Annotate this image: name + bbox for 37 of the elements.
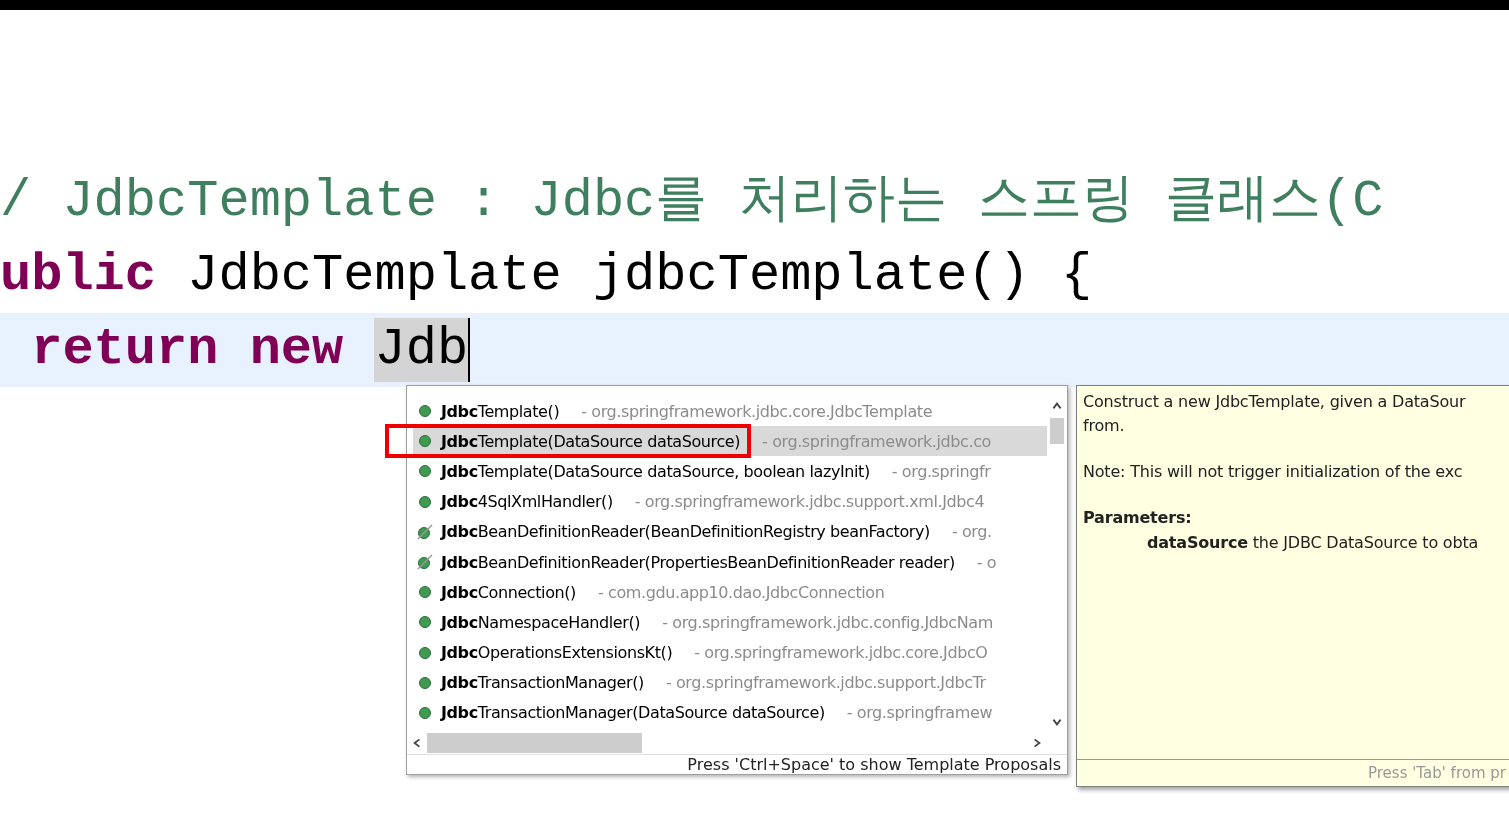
- text-cursor: [468, 318, 471, 382]
- proposal-item[interactable]: JdbcOperationsExtensionsKt() - org.springframework.jdbc.core.JdbcO: [413, 637, 1047, 668]
- doc-text: Construct a new JdbcTemplate, given a DataSour: [1083, 391, 1467, 413]
- code-text: return new: [30, 319, 345, 381]
- scrollbar-thumb[interactable]: [427, 733, 642, 754]
- code-text: JdbcTemplate jdbcTemplate() {: [186, 245, 1093, 307]
- code-text: ublic: [0, 245, 157, 307]
- method-icon: [417, 463, 433, 480]
- status-hint: Press 'Ctrl+Space' to show Template Proposals: [687, 755, 1061, 774]
- proposal-item[interactable]: JdbcTemplate(DataSource dataSource, boolean lazyInit) - org.springfr: [413, 456, 1047, 487]
- scrollbar-thumb[interactable]: [1050, 418, 1064, 444]
- method-icon: [417, 433, 433, 450]
- proposal-item[interactable]: JdbcTransactionManager(DataSource dataSource) - org.springframew: [413, 697, 1047, 729]
- proposal-item[interactable]: JdbcNamespaceHandler() - org.springframework.jdbc.config.JdbcNam: [413, 607, 1047, 638]
- method-icon: [417, 493, 433, 510]
- doc-text: Note: This will not trigger initialization of the exc: [1083, 461, 1464, 483]
- method-icon: [417, 614, 433, 631]
- status-hint: Press 'Tab' from pr: [1367, 764, 1506, 782]
- proposal-item[interactable]: Jdbc4SqlXmlHandler() - org.springframework.jdbc.support.xml.Jdbc4: [413, 486, 1047, 517]
- deprecated-method-icon: [417, 523, 433, 540]
- proposal-item[interactable]: JdbcConnection() - com.gdu.app10.dao.JdbcConnection: [413, 577, 1047, 608]
- code-text: Jdb: [374, 318, 469, 382]
- method-icon: [417, 674, 433, 691]
- deprecated-method-icon: [417, 554, 433, 571]
- proposal-item[interactable]: JdbcTemplate() - org.springframework.jdbc.core.JdbcTemplate: [413, 396, 1047, 427]
- code-text: / JdbcTemplate : Jdbc를 처리하는 스프링 클래스(C: [0, 171, 1384, 233]
- doc-text: dataSource the JDBC DataSource to obta: [1146, 532, 1480, 554]
- proposal-item[interactable]: JdbcBeanDefinitionReader(PropertiesBeanDefinitionReader reader) - o: [413, 546, 1047, 578]
- method-icon: [417, 704, 433, 721]
- proposal-item[interactable]: JdbcBeanDefinitionReader(BeanDefinitionRegistry beanFactory) - org.: [413, 516, 1047, 547]
- doc-heading: Parameters:: [1083, 507, 1193, 529]
- method-icon: [417, 644, 433, 661]
- doc-text: from.: [1083, 415, 1126, 437]
- method-icon: [417, 403, 433, 420]
- proposal-item[interactable]: JdbcTemplate(DataSource dataSource) - org.springframework.jdbc.co: [413, 426, 1047, 457]
- proposal-item[interactable]: JdbcTransactionManager() - org.springframework.jdbc.support.JdbcTr: [413, 667, 1047, 698]
- method-icon: [417, 584, 433, 601]
